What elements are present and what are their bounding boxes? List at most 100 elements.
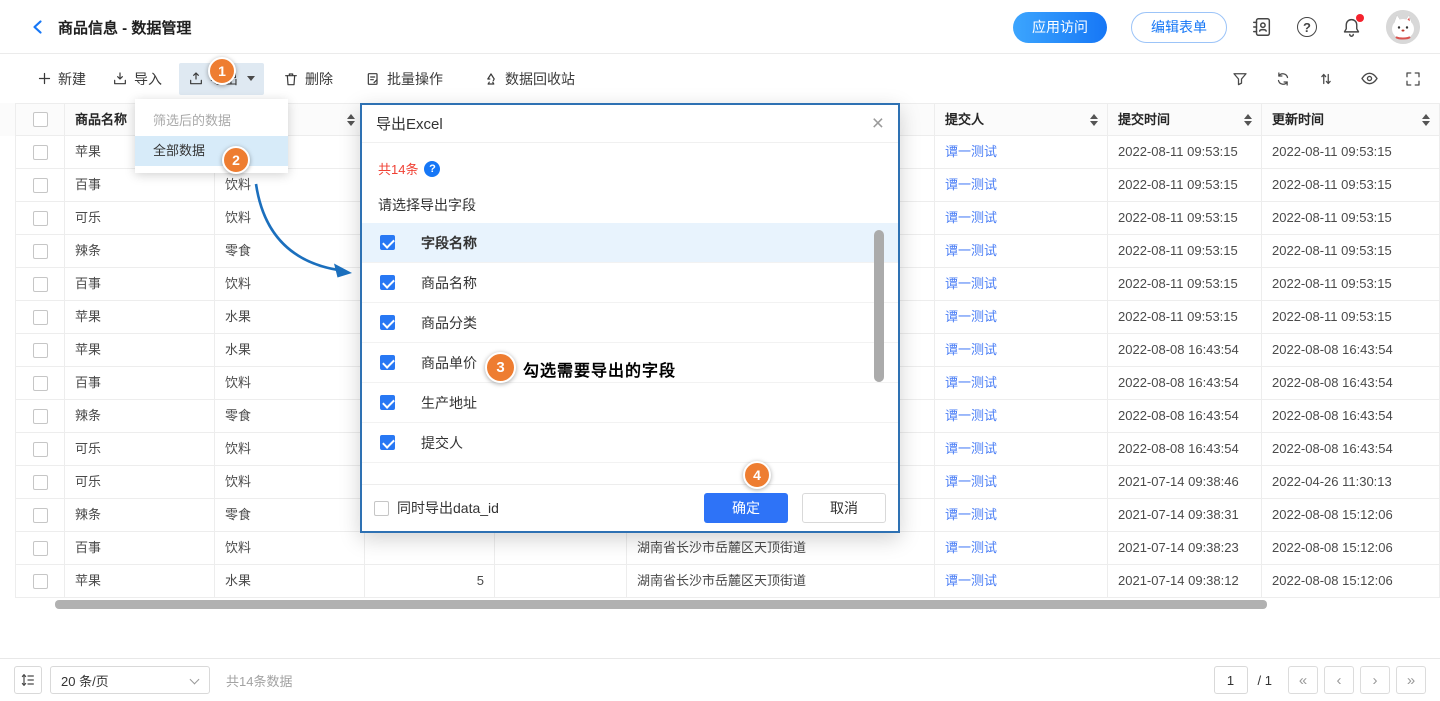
delete-button[interactable]: 删除 [274, 63, 342, 95]
export-field-row[interactable]: 字段名称 [362, 223, 898, 263]
last-page-button[interactable]: » [1396, 666, 1426, 694]
sort-icon[interactable] [1317, 70, 1335, 88]
row-checkbox[interactable] [33, 376, 48, 391]
submitter-link[interactable]: 谭一测试 [945, 177, 997, 192]
row-checkbox[interactable] [33, 442, 48, 457]
submitter-link[interactable]: 谭一测试 [945, 507, 997, 522]
batch-operation-button[interactable]: 批量操作 [356, 63, 452, 95]
submitter-link[interactable]: 谭一测试 [945, 375, 997, 390]
field-checkbox[interactable] [380, 275, 395, 290]
row-checkbox[interactable] [33, 343, 48, 358]
field-checkbox[interactable] [380, 315, 395, 330]
row-height-button[interactable] [14, 666, 42, 694]
cell-submit-time: 2022-08-11 09:53:15 [1108, 169, 1262, 202]
sort-icon[interactable] [1244, 114, 1252, 126]
cell-submitter: 谭一测试 [935, 466, 1108, 499]
field-select-hint: 请选择导出字段 [378, 195, 476, 215]
recycle-icon [483, 71, 499, 87]
avatar[interactable] [1386, 10, 1420, 44]
cell-submitter: 谭一测试 [935, 532, 1108, 565]
page-size-select[interactable]: 20 条/页 [50, 666, 210, 694]
app-access-button[interactable]: 应用访问 [1013, 12, 1107, 43]
sort-icon[interactable] [1090, 114, 1098, 126]
menu-item-filtered-data[interactable]: 筛选后的数据 [135, 106, 288, 136]
submitter-link[interactable]: 谭一测试 [945, 309, 997, 324]
new-button[interactable]: 新建 [28, 63, 95, 95]
submitter-link[interactable]: 谭一测试 [945, 144, 997, 159]
confirm-button[interactable]: 确定 [704, 493, 788, 523]
submitter-link[interactable]: 谭一测试 [945, 540, 997, 555]
fullscreen-icon[interactable] [1404, 70, 1422, 88]
sort-icon[interactable] [1422, 114, 1430, 126]
first-page-button[interactable]: « [1288, 666, 1318, 694]
row-checkbox[interactable] [33, 508, 48, 523]
cell-submit-time: 2022-08-11 09:53:15 [1108, 136, 1262, 169]
field-checkbox[interactable] [380, 355, 395, 370]
export-field-row[interactable]: 商品分类 [362, 303, 898, 343]
data-id-checkbox[interactable] [374, 501, 389, 516]
submitter-link[interactable]: 谭一测试 [945, 210, 997, 225]
next-page-button[interactable]: › [1360, 666, 1390, 694]
help-icon[interactable]: ? [1297, 17, 1317, 37]
select-all-checkbox[interactable] [33, 112, 48, 127]
data-id-label[interactable]: 同时导出data_id [397, 498, 499, 518]
cell-product-name: 可乐 [65, 466, 215, 499]
row-checkbox[interactable] [33, 541, 48, 556]
refresh-icon[interactable] [1274, 70, 1292, 88]
notification-dot [1356, 14, 1364, 22]
contacts-icon[interactable] [1251, 16, 1273, 38]
field-checkbox[interactable] [380, 435, 395, 450]
row-checkbox[interactable] [33, 178, 48, 193]
filter-icon[interactable] [1231, 70, 1249, 88]
submitter-link[interactable]: 谭一测试 [945, 342, 997, 357]
cancel-button[interactable]: 取消 [802, 493, 886, 523]
row-checkbox[interactable] [33, 475, 48, 490]
field-checkbox[interactable] [380, 235, 395, 250]
dialog-header: 导出Excel × [362, 105, 898, 143]
recycle-bin-button[interactable]: 数据回收站 [474, 63, 584, 95]
sort-icon[interactable] [347, 114, 355, 126]
row-checkbox[interactable] [33, 409, 48, 424]
row-checkbox[interactable] [33, 310, 48, 325]
back-chevron-icon[interactable] [30, 19, 46, 35]
page-number-input[interactable] [1214, 666, 1248, 694]
row-select-cell [15, 235, 65, 268]
cell-product-name: 辣条 [65, 499, 215, 532]
menu-item-all-data[interactable]: 全部数据 [135, 136, 288, 166]
edit-form-button[interactable]: 编辑表单 [1131, 12, 1227, 43]
import-button[interactable]: 导入 [103, 63, 171, 95]
field-checkbox[interactable] [380, 395, 395, 410]
row-checkbox[interactable] [33, 574, 48, 589]
question-icon[interactable]: ? [424, 161, 440, 177]
cell-update-time: 2022-08-08 16:43:54 [1262, 400, 1440, 433]
submitter-link[interactable]: 谭一测试 [945, 408, 997, 423]
cell-submit-time: 2021-07-14 09:38:12 [1108, 565, 1262, 598]
field-label: 字段名称 [421, 233, 477, 253]
submitter-link[interactable]: 谭一测试 [945, 276, 997, 291]
row-checkbox[interactable] [33, 145, 48, 160]
cell-category: 饮料 [215, 268, 365, 301]
row-checkbox[interactable] [33, 277, 48, 292]
header-submit-time[interactable]: 提交时间 [1108, 103, 1262, 136]
row-checkbox[interactable] [33, 244, 48, 259]
cell-category: 饮料 [215, 466, 365, 499]
header-update-time[interactable]: 更新时间 [1262, 103, 1440, 136]
export-field-row[interactable]: 提交人 [362, 423, 898, 463]
eye-icon[interactable] [1360, 69, 1379, 88]
export-field-row[interactable]: 商品名称 [362, 263, 898, 303]
export-field-row[interactable]: 生产地址 [362, 383, 898, 423]
notifications-bell-icon[interactable] [1341, 17, 1362, 38]
row-checkbox[interactable] [33, 211, 48, 226]
submitter-link[interactable]: 谭一测试 [945, 474, 997, 489]
close-icon[interactable]: × [872, 113, 884, 134]
header-submitter[interactable]: 提交人 [935, 103, 1108, 136]
cell-submitter: 谭一测试 [935, 268, 1108, 301]
vertical-scrollbar-thumb[interactable] [874, 230, 884, 382]
horizontal-scrollbar-thumb[interactable] [55, 600, 1267, 609]
prev-page-button[interactable]: ‹ [1324, 666, 1354, 694]
cell-update-time: 2022-08-11 09:53:15 [1262, 202, 1440, 235]
submitter-link[interactable]: 谭一测试 [945, 243, 997, 258]
submitter-link[interactable]: 谭一测试 [945, 441, 997, 456]
submitter-link[interactable]: 谭一测试 [945, 573, 997, 588]
cell-product-name: 百事 [65, 169, 215, 202]
